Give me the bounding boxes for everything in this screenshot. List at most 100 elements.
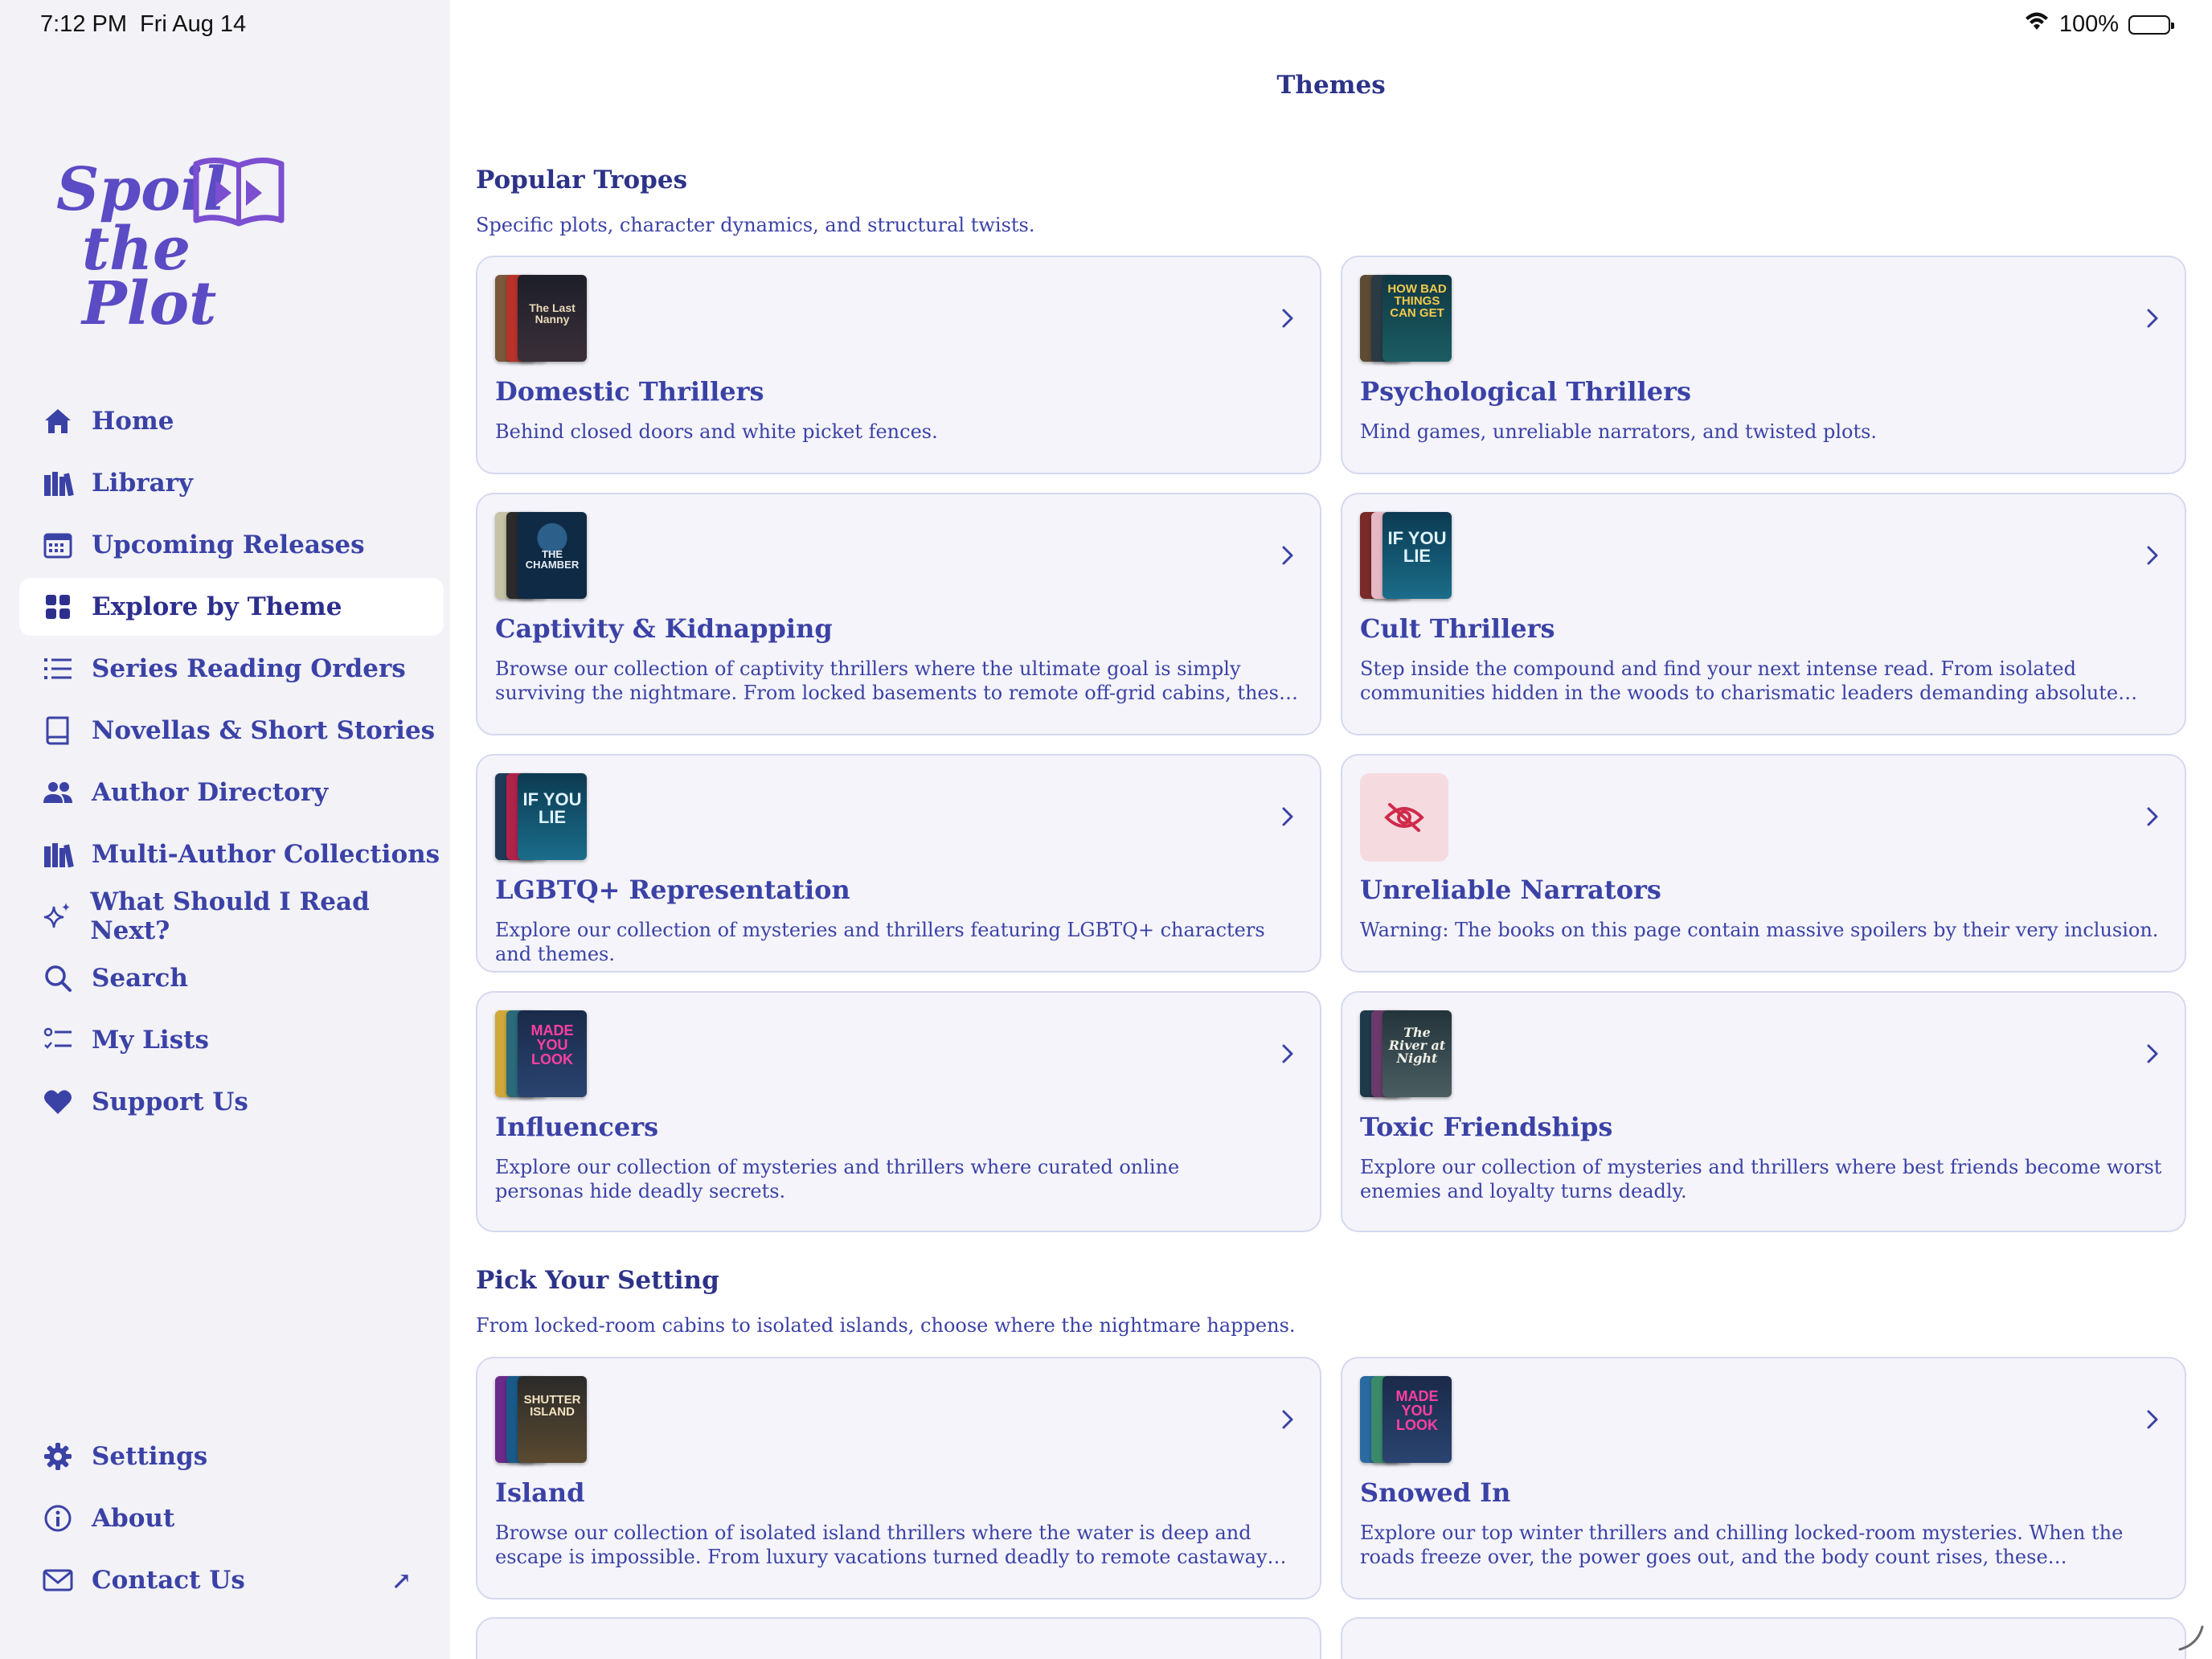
book-covers-thumbnail: MADE YOU LOOK bbox=[495, 1010, 587, 1099]
book-play-icon bbox=[193, 158, 285, 227]
chevron-right-icon bbox=[1282, 1044, 1293, 1063]
chevron-right-icon bbox=[2147, 309, 2158, 328]
sidebar-bottom-nav: Settings About Contact Us ↗ bbox=[19, 1428, 444, 1613]
section-subtitle: From locked-room cabins to isolated isla… bbox=[476, 1314, 1296, 1337]
sidebar-item-search[interactable]: Search bbox=[19, 949, 444, 1007]
book-icon bbox=[40, 713, 76, 748]
chevron-right-icon bbox=[1282, 546, 1293, 565]
book-covers-thumbnail: MADE YOU LOOK bbox=[1360, 1376, 1452, 1464]
card-description: Explore our collection of mysteries and … bbox=[495, 1156, 1180, 1202]
theme-card-island[interactable]: SHUTTER ISLAND Island Browse our collect… bbox=[476, 1357, 1321, 1600]
chevron-right-icon bbox=[2147, 1044, 2158, 1063]
sidebar-item-label: Settings bbox=[92, 1442, 208, 1471]
theme-card-captivity-kidnapping[interactable]: THE CHAMBER Captivity & Kidnapping Brows… bbox=[476, 493, 1321, 735]
chevron-right-icon bbox=[2147, 807, 2158, 826]
resize-corner-icon bbox=[2178, 1625, 2204, 1651]
book-covers-thumbnail: THE CHAMBER bbox=[495, 512, 587, 600]
card-description: Mind games, unreliable narrators, and tw… bbox=[1360, 420, 1878, 443]
sidebar-item-label: Author Directory bbox=[92, 778, 329, 807]
book-covers-thumbnail: The Last Nanny bbox=[495, 275, 587, 363]
sidebar-item-home[interactable]: Home bbox=[19, 392, 444, 450]
card-title: Psychological Thrillers bbox=[1360, 376, 1691, 407]
sidebar-item-label: Search bbox=[92, 964, 188, 993]
status-indicators: 100% bbox=[2024, 11, 2174, 38]
theme-card-influencers[interactable]: MADE YOU LOOK Influencers Explore our co… bbox=[476, 991, 1321, 1232]
theme-card-snowed-in[interactable]: MADE YOU LOOK Snowed In Explore our top … bbox=[1341, 1357, 2186, 1600]
sidebar-item-settings[interactable]: Settings bbox=[19, 1428, 444, 1485]
sidebar-item-label: Series Reading Orders bbox=[92, 654, 406, 683]
card-title: Island bbox=[495, 1477, 585, 1508]
sidebar-item-label: My Lists bbox=[92, 1026, 209, 1055]
heart-icon bbox=[40, 1084, 76, 1120]
book-covers-thumbnail: The River at Night bbox=[1360, 1010, 1452, 1099]
chevron-right-icon bbox=[1282, 309, 1293, 328]
sidebar-item-novellas[interactable]: Novellas & Short Stories bbox=[19, 702, 444, 760]
card-description: Explore our top winter thrillers and chi… bbox=[1360, 1522, 2124, 1568]
sidebar-item-label: Support Us bbox=[92, 1088, 248, 1116]
chevron-right-icon bbox=[1282, 1410, 1293, 1429]
app-logo[interactable]: Spoil the Plot bbox=[56, 153, 297, 334]
home-icon bbox=[40, 403, 76, 439]
sidebar-item-multi-author-collections[interactable]: Multi-Author Collections bbox=[19, 825, 444, 883]
card-description: Explore our collection of mysteries and … bbox=[1360, 1156, 2162, 1202]
sidebar-item-series-reading-orders[interactable]: Series Reading Orders bbox=[19, 640, 444, 698]
card-description: Warning: The books on this page contain … bbox=[1360, 919, 2159, 941]
sidebar-item-about[interactable]: About bbox=[19, 1489, 444, 1547]
cover-text: The Last Nanny bbox=[529, 301, 576, 326]
card-title: Influencers bbox=[495, 1112, 659, 1142]
grid-icon bbox=[40, 589, 76, 625]
calendar-icon bbox=[40, 527, 76, 563]
theme-card-domestic-thrillers[interactable]: The Last Nanny Domestic Thrillers Behind… bbox=[476, 256, 1321, 474]
sidebar-item-label: Novellas & Short Stories bbox=[92, 716, 436, 745]
cover-text: IF YOU LIE bbox=[1387, 528, 1447, 566]
theme-card-psychological-thrillers[interactable]: HOW BAD THINGS CAN GET Psychological Thr… bbox=[1341, 256, 2186, 474]
card-description: Browse our collection of isolated island… bbox=[495, 1522, 1268, 1568]
card-title: Toxic Friendships bbox=[1360, 1112, 1613, 1142]
card-description: Explore our collection of mysteries and … bbox=[495, 919, 1265, 965]
theme-card-partial[interactable] bbox=[476, 1617, 1321, 1659]
sidebar-item-upcoming-releases[interactable]: Upcoming Releases bbox=[19, 516, 444, 574]
card-title: Captivity & Kidnapping bbox=[495, 613, 833, 644]
book-covers-thumbnail: HOW BAD THINGS CAN GET bbox=[1360, 275, 1452, 363]
sidebar-item-my-lists[interactable]: My Lists bbox=[19, 1011, 444, 1069]
sidebar-item-library[interactable]: Library bbox=[19, 454, 444, 512]
book-covers-thumbnail: IF YOU LIE bbox=[495, 773, 587, 862]
sidebar-item-author-directory[interactable]: Author Directory bbox=[19, 764, 444, 821]
page-title: Themes bbox=[1276, 71, 1386, 100]
section-subtitle: Specific plots, character dynamics, and … bbox=[476, 214, 1035, 236]
book-covers-thumbnail: SHUTTER ISLAND bbox=[495, 1376, 587, 1464]
cover-text: IF YOU LIE bbox=[522, 789, 582, 827]
sidebar-item-label: Multi-Author Collections bbox=[92, 840, 440, 869]
card-description: Step inside the compound and find your n… bbox=[1360, 657, 2119, 704]
sidebar-item-explore-by-theme[interactable]: Explore by Theme bbox=[19, 578, 444, 636]
sidebar-item-what-should-i-read-next[interactable]: What Should I Read Next? bbox=[19, 887, 444, 945]
sidebar-item-label: About bbox=[92, 1504, 175, 1533]
sidebar-item-label: Home bbox=[92, 407, 174, 436]
sidebar-item-support-us[interactable]: Support Us bbox=[19, 1073, 444, 1131]
cover-text: HOW BAD THINGS CAN GET bbox=[1387, 282, 1447, 320]
theme-card-cult-thrillers[interactable]: IF YOU LIE Cult Thrillers Step inside th… bbox=[1341, 493, 2186, 735]
cover-text: MADE YOU LOOK bbox=[1395, 1388, 1439, 1433]
card-description: Browse our collection of captivity thril… bbox=[495, 657, 1291, 704]
sparkles-icon bbox=[40, 899, 74, 934]
sidebar-nav: Home Library Upcoming Releases Explore b… bbox=[19, 392, 444, 1135]
sidebar-item-label: Upcoming Releases bbox=[92, 530, 365, 559]
theme-card-unreliable-narrators[interactable]: Unreliable Narrators Warning: The books … bbox=[1341, 754, 2186, 973]
theme-card-partial[interactable] bbox=[1341, 1617, 2186, 1659]
theme-card-lgbtq-representation[interactable]: IF YOU LIE LGBTQ+ Representation Explore… bbox=[476, 754, 1321, 973]
sidebar-item-label: Library bbox=[92, 469, 194, 498]
theme-card-toxic-friendships[interactable]: The River at Night Toxic Friendships Exp… bbox=[1341, 991, 2186, 1232]
status-date: Fri Aug 14 bbox=[140, 11, 247, 37]
card-title: Unreliable Narrators bbox=[1360, 875, 1661, 905]
cover-text: SHUTTER ISLAND bbox=[523, 1393, 581, 1419]
info-icon bbox=[40, 1501, 76, 1536]
cover-text: The River at Night bbox=[1388, 1025, 1446, 1066]
eye-slash-icon bbox=[1360, 773, 1448, 862]
sidebar-item-label: Contact Us bbox=[92, 1566, 245, 1595]
sidebar-item-contact-us[interactable]: Contact Us ↗ bbox=[19, 1551, 444, 1609]
card-title: Cult Thrillers bbox=[1360, 613, 1555, 644]
sidebar-item-label: Explore by Theme bbox=[92, 592, 342, 621]
section-title: Pick Your Setting bbox=[476, 1266, 719, 1295]
logo-text-line2: the Plot bbox=[82, 215, 217, 338]
main-content: Themes Popular Tropes Specific plots, ch… bbox=[450, 0, 2212, 1659]
